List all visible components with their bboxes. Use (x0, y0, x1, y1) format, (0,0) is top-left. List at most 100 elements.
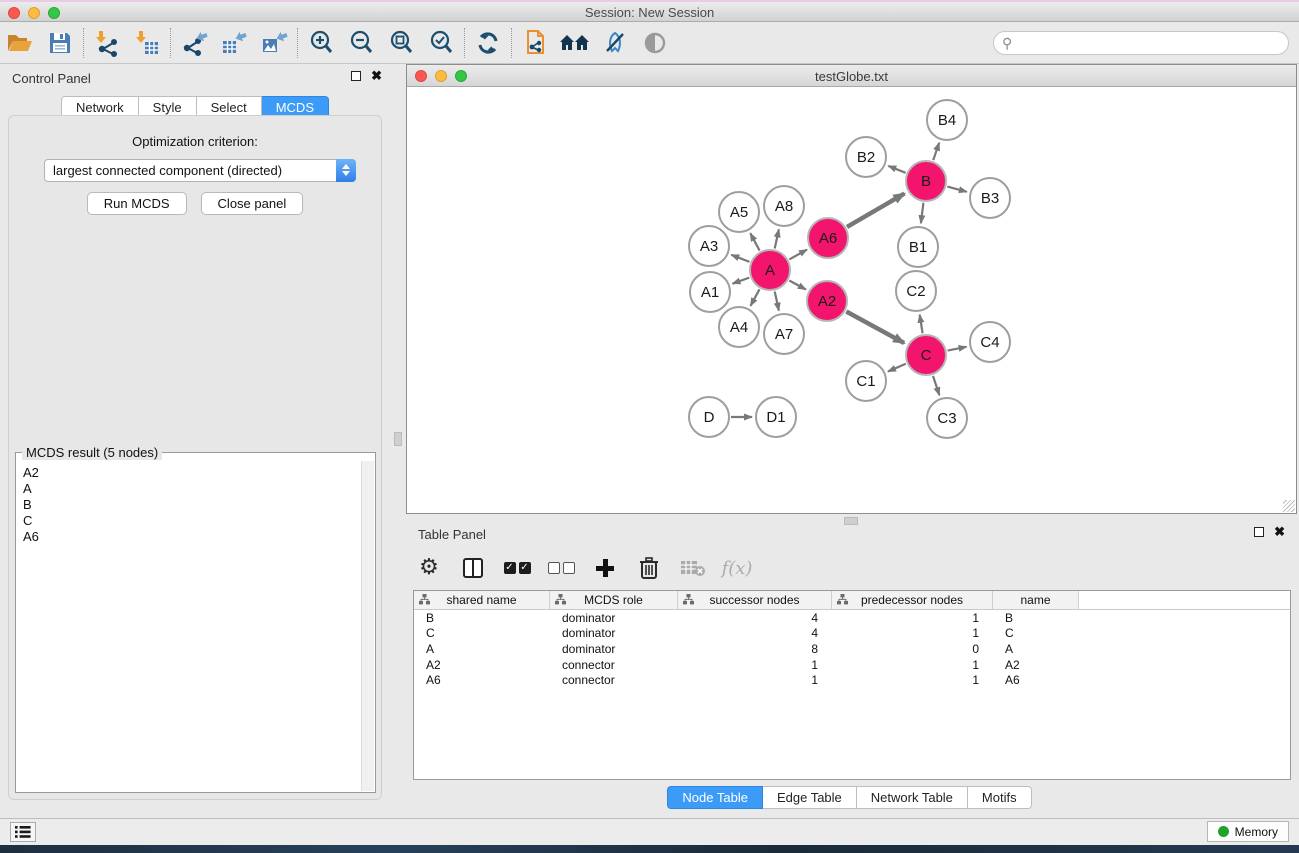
memory-button[interactable]: Memory (1207, 821, 1289, 842)
zoom-in-icon[interactable] (301, 25, 341, 61)
table-cell[interactable]: 4 (678, 626, 832, 640)
graph-edge-A-A1[interactable] (733, 278, 750, 284)
zoom-fit-icon[interactable] (381, 25, 421, 61)
show-column-icon[interactable] (458, 553, 488, 583)
table-cell[interactable]: 1 (832, 611, 993, 625)
deselect-all-icon[interactable] (546, 553, 576, 583)
column-header-successor-nodes[interactable]: successor nodes (678, 591, 832, 609)
tab-motifs[interactable]: Motifs (968, 786, 1032, 809)
delete-row-icon[interactable] (634, 553, 664, 583)
tab-edge-table[interactable]: Edge Table (763, 786, 857, 809)
table-cell[interactable]: A2 (993, 658, 1079, 672)
graph-edge-C-C4[interactable] (948, 347, 967, 351)
table-cell[interactable]: 1 (832, 658, 993, 672)
panel-divider-vertical[interactable] (390, 64, 406, 818)
table-cell[interactable]: 8 (678, 642, 832, 656)
table-cell[interactable]: A (414, 642, 550, 656)
select-all-icon[interactable]: ✓✓ (502, 553, 532, 583)
float-panel-icon[interactable] (351, 71, 361, 81)
table-cell[interactable]: dominator (550, 642, 678, 656)
table-cell[interactable]: dominator (550, 611, 678, 625)
divider-handle[interactable] (394, 432, 402, 446)
graph-edge-A-A2[interactable] (789, 281, 806, 290)
table-cell[interactable]: A6 (993, 673, 1079, 687)
table-cell[interactable]: A6 (414, 673, 550, 687)
show-graphics-details-icon[interactable] (635, 25, 675, 61)
column-header-shared-name[interactable]: shared name (414, 591, 550, 609)
table-cell[interactable]: connector (550, 658, 678, 672)
tab-network-table[interactable]: Network Table (857, 786, 968, 809)
graph-edge-B-B3[interactable] (947, 187, 967, 192)
table-cell[interactable]: C (414, 626, 550, 640)
graph-edge-A2-C[interactable] (846, 312, 904, 344)
table-cell[interactable]: A2 (414, 658, 550, 672)
export-table-icon[interactable] (214, 25, 254, 61)
table-cell[interactable]: dominator (550, 626, 678, 640)
column-header-name[interactable]: name (993, 591, 1079, 609)
close-panel-icon[interactable]: ✖ (371, 71, 382, 81)
mcds-result-scrollbar[interactable] (361, 461, 374, 791)
table-cell[interactable]: 0 (832, 642, 993, 656)
table-cell[interactable]: 1 (678, 673, 832, 687)
run-mcds-button[interactable]: Run MCDS (87, 192, 187, 215)
graph-edge-C-C1[interactable] (888, 364, 906, 372)
export-image-icon[interactable] (254, 25, 294, 61)
zoom-selected-icon[interactable] (421, 25, 461, 61)
tab-node-table[interactable]: Node Table (667, 786, 763, 809)
home-layout-icon[interactable] (555, 25, 595, 61)
table-cell[interactable]: 1 (832, 673, 993, 687)
close-panel-icon[interactable]: ✖ (1274, 527, 1285, 537)
table-row[interactable]: Adominator80A (414, 641, 1290, 657)
close-panel-button[interactable]: Close panel (201, 192, 304, 215)
table-row[interactable]: Bdominator41B (414, 610, 1290, 626)
table-row[interactable]: Cdominator41C (414, 626, 1290, 642)
float-panel-icon[interactable] (1254, 527, 1264, 537)
import-table-icon[interactable] (127, 25, 167, 61)
table-cell[interactable]: 1 (678, 658, 832, 672)
mcds-result-item[interactable]: B (23, 497, 361, 513)
graph-edge-B-B4[interactable] (933, 143, 939, 161)
search-input[interactable] (1012, 36, 1288, 51)
export-network-icon[interactable] (174, 25, 214, 61)
mcds-result-item[interactable]: C (23, 513, 361, 529)
hide-annotations-icon[interactable] (595, 25, 635, 61)
graph-edge-B-B2[interactable] (888, 166, 905, 173)
open-file-icon[interactable] (0, 25, 40, 61)
graph-edge-C-C2[interactable] (920, 315, 923, 334)
graph-edge-A-A7[interactable] (775, 292, 779, 311)
table-cell[interactable]: 1 (832, 626, 993, 640)
mcds-result-item[interactable]: A (23, 481, 361, 497)
graph-edge-A-A8[interactable] (775, 229, 779, 248)
table-settings-icon[interactable]: ⚙ (414, 553, 444, 583)
table-row[interactable]: A6connector11A6 (414, 672, 1290, 688)
delete-table-icon[interactable] (678, 553, 708, 583)
table-row[interactable]: A2connector11A2 (414, 657, 1290, 673)
network-from-file-icon[interactable] (515, 25, 555, 61)
column-header-MCDS-role[interactable]: MCDS role (550, 591, 678, 609)
window-resize-grip[interactable] (1283, 500, 1295, 512)
graph-edge-C-C3[interactable] (933, 376, 939, 395)
optimization-criterion-dropdown[interactable]: largest connected component (directed) (44, 159, 356, 182)
graph-edge-A-A6[interactable] (789, 250, 807, 260)
network-canvas[interactable]: AA1A2A3A4A5A6A7A8BB1B2B3B4CC1C2C3C4DD1 (407, 87, 1296, 513)
refresh-icon[interactable] (468, 25, 508, 61)
table-cell[interactable]: connector (550, 673, 678, 687)
save-session-icon[interactable] (40, 25, 80, 61)
table-cell[interactable]: A (993, 642, 1079, 656)
table-cell[interactable]: 4 (678, 611, 832, 625)
graph-edge-A-A5[interactable] (750, 233, 759, 250)
mcds-result-item[interactable]: A2 (23, 465, 361, 481)
add-row-icon[interactable] (590, 553, 620, 583)
column-header-predecessor-nodes[interactable]: predecessor nodes (832, 591, 993, 609)
task-history-button[interactable] (10, 822, 36, 842)
graph-edge-A-A4[interactable] (751, 289, 760, 306)
import-network-icon[interactable] (87, 25, 127, 61)
table-cell[interactable]: C (993, 626, 1079, 640)
table-cell[interactable]: B (414, 611, 550, 625)
mcds-result-item[interactable]: A6 (23, 529, 361, 545)
graph-edge-B-B1[interactable] (921, 203, 924, 223)
zoom-out-icon[interactable] (341, 25, 381, 61)
table-cell[interactable]: B (993, 611, 1079, 625)
graph-edge-A-A3[interactable] (731, 255, 749, 262)
graph-edge-A6-B[interactable] (847, 194, 904, 227)
